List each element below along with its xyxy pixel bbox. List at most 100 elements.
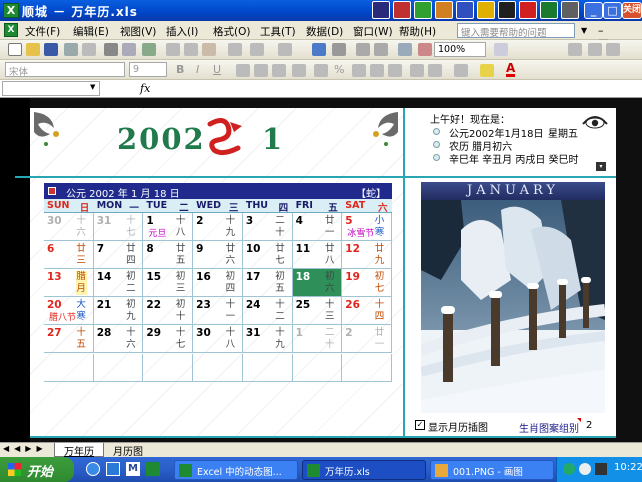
sort-ascending-icon[interactable]	[356, 43, 370, 56]
calendar-day-cell[interactable]: 18 初六	[292, 269, 343, 298]
tray-icon[interactable]	[595, 463, 607, 475]
comma-style-icon[interactable]	[352, 64, 366, 77]
paste-icon[interactable]	[202, 43, 216, 56]
calendar-day-cell[interactable]: 2 十九	[193, 213, 243, 242]
menu-data[interactable]: 数据(D)	[306, 24, 343, 39]
email-icon[interactable]	[82, 43, 96, 56]
taskbar-app-icon[interactable]	[540, 1, 558, 19]
taskbar-app-icon[interactable]	[498, 1, 516, 19]
align-left-icon[interactable]	[236, 64, 250, 77]
calendar-day-cell[interactable]: 9 廿六	[193, 241, 243, 270]
calendar-day-cell[interactable]	[93, 353, 144, 382]
taskbar-app-icon[interactable]	[414, 1, 432, 19]
calendar-day-cell[interactable]: 29 十七	[143, 325, 194, 354]
calendar-day-cell[interactable]: 2 廿一	[342, 325, 392, 354]
show-illustration-checkbox[interactable]: ✓	[415, 420, 425, 430]
menu-file[interactable]: 文件(F)	[25, 24, 60, 39]
new-icon[interactable]	[8, 43, 22, 56]
taskbar-app-icon[interactable]	[456, 1, 474, 19]
currency-icon[interactable]	[314, 64, 328, 77]
format-painter-icon[interactable]	[228, 43, 242, 56]
undo-icon[interactable]	[250, 43, 264, 56]
drawing-icon[interactable]	[418, 43, 432, 56]
taskbar-app-icon[interactable]	[519, 1, 537, 19]
calendar-day-cell[interactable]: 11 廿八	[292, 241, 343, 270]
excel-quicklaunch-icon[interactable]	[146, 462, 160, 476]
menu-insert[interactable]: 插入(I)	[166, 24, 198, 39]
calendar-day-cell[interactable]	[292, 353, 343, 382]
calendar-day-cell[interactable]: 6 廿三	[44, 241, 94, 270]
formula-input[interactable]	[158, 81, 640, 96]
messenger-icon[interactable]: M	[126, 462, 140, 476]
excel-app-icon[interactable]: X	[3, 3, 19, 18]
print-preview-icon[interactable]	[122, 43, 136, 56]
sort-descending-icon[interactable]	[374, 43, 388, 56]
calendar-day-cell[interactable]: 13 腊月	[44, 269, 94, 298]
taskbar-app-icon[interactable]	[435, 1, 453, 19]
toolbar-extra-icon[interactable]	[606, 43, 620, 56]
calendar-day-cell[interactable]: 28 十六	[93, 325, 144, 354]
menu-tools[interactable]: 工具(T)	[260, 24, 296, 39]
calendar-day-cell[interactable]: 3 二十	[242, 213, 293, 242]
decrease-indent-icon[interactable]	[410, 64, 424, 77]
taskbar-app-icon[interactable]	[561, 1, 579, 19]
taskbar-app-icon[interactable]	[477, 1, 495, 19]
autosum-icon[interactable]	[332, 43, 346, 56]
fill-color-icon[interactable]	[480, 64, 494, 77]
decrease-decimal-icon[interactable]	[388, 64, 402, 77]
calendar-day-cell[interactable]: 21 初九	[93, 297, 144, 326]
calendar-day-cell[interactable]: 30 十六	[44, 213, 94, 242]
help-search-input[interactable]: 键入需要帮助的问题	[457, 23, 575, 38]
calendar-day-cell[interactable]: 20 大寒 腊八节	[44, 297, 94, 326]
taskbar-app-icon[interactable]	[393, 1, 411, 19]
menu-edit[interactable]: 编辑(E)	[73, 24, 109, 39]
calendar-day-cell[interactable]	[342, 353, 392, 382]
calendar-day-cell[interactable]: 31 十九	[242, 325, 293, 354]
calendar-day-cell[interactable]: 10 廿七	[242, 241, 293, 270]
toolbar-extra-icon[interactable]	[588, 43, 602, 56]
tab-scroll-buttons[interactable]: ◀◀▶▶	[3, 444, 48, 453]
font-size-select[interactable]: 9	[129, 62, 167, 77]
calendar-day-cell[interactable]	[44, 353, 94, 382]
underline-icon[interactable]: U	[213, 63, 221, 76]
zodiac-group-value[interactable]: 2	[586, 420, 592, 431]
align-center-icon[interactable]	[254, 64, 268, 77]
print-icon[interactable]	[104, 43, 118, 56]
calendar-day-cell[interactable]: 7 廿四	[93, 241, 144, 270]
calendar-day-cell[interactable]: 22 初十	[143, 297, 194, 326]
merge-center-icon[interactable]	[292, 64, 306, 77]
calendar-day-cell[interactable]: 24 十二	[242, 297, 293, 326]
increase-indent-icon[interactable]	[428, 64, 442, 77]
font-name-select[interactable]: 宋体	[5, 62, 125, 78]
bold-icon[interactable]: B	[176, 63, 184, 76]
minimize-button[interactable]: _	[584, 2, 603, 19]
close-button[interactable]: 关闭	[622, 2, 642, 19]
function-icon[interactable]: fx	[140, 82, 150, 95]
align-right-icon[interactable]	[272, 64, 286, 77]
calendar-day-cell[interactable]: 4 廿一	[292, 213, 343, 242]
cut-icon[interactable]	[166, 43, 180, 56]
tab-month-picture[interactable]: 月历图	[104, 443, 152, 458]
desktop-icon[interactable]	[106, 462, 120, 476]
toolbar-extra-icon[interactable]	[568, 43, 582, 56]
open-icon[interactable]	[26, 43, 40, 56]
maximize-button[interactable]: □	[603, 2, 622, 19]
calendar-day-cell[interactable]: 26 十四	[342, 297, 392, 326]
calendar-day-cell[interactable]: 30 十八	[193, 325, 243, 354]
calendar-day-cell[interactable]	[242, 353, 293, 382]
italic-icon[interactable]: I	[196, 63, 199, 76]
calendar-day-cell[interactable]: 14 初二	[93, 269, 144, 298]
copy-icon[interactable]	[184, 43, 198, 56]
taskbar-item[interactable]: Excel 中的动态图...	[174, 460, 298, 480]
calendar-day-cell[interactable]: 1 二十	[292, 325, 343, 354]
borders-icon[interactable]	[454, 64, 468, 77]
calendar-day-cell[interactable]: 5 小寒 冰雪节	[342, 213, 392, 242]
tray-icon[interactable]	[579, 463, 591, 475]
increase-decimal-icon[interactable]	[370, 64, 384, 77]
workbook-window-controls[interactable]: –□×	[598, 24, 638, 50]
scroll-icon[interactable]: ▾	[596, 162, 606, 171]
ie-icon[interactable]	[86, 462, 100, 476]
calendar-day-cell[interactable]: 23 十一	[193, 297, 243, 326]
help-icon[interactable]	[494, 43, 508, 56]
menu-format[interactable]: 格式(O)	[213, 24, 250, 39]
